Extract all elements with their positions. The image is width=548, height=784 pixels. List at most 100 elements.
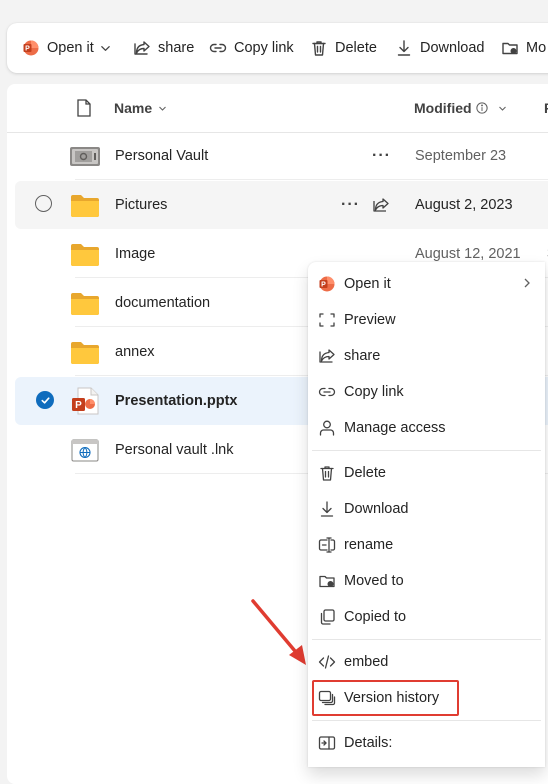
menu-divider bbox=[312, 639, 541, 640]
menu-item-label: Preview bbox=[344, 312, 396, 328]
file-name[interactable]: annex bbox=[115, 328, 155, 376]
preview-icon bbox=[318, 311, 336, 329]
select-radio[interactable] bbox=[35, 195, 52, 212]
chevron-right-icon bbox=[521, 277, 533, 289]
menu-divider bbox=[312, 720, 541, 721]
powerpoint-app-icon: P bbox=[318, 275, 336, 293]
menu-item-moved-to[interactable]: Moved to bbox=[308, 563, 545, 599]
delete-label: Delete bbox=[335, 40, 377, 56]
person-icon bbox=[318, 419, 336, 437]
code-icon bbox=[318, 653, 336, 671]
folder-icon bbox=[70, 190, 100, 220]
modified-column-label: Modified bbox=[414, 100, 472, 116]
menu-item-label: share bbox=[344, 348, 381, 364]
menu-item-embed[interactable]: embed bbox=[308, 644, 545, 680]
menu-item-label: embed bbox=[344, 654, 389, 670]
list-item[interactable]: Personal Vault ··· September 23 bbox=[15, 132, 548, 180]
menu-item-label: Open it bbox=[344, 276, 391, 292]
command-bar: P Open it share Copy link Delete Downloa… bbox=[7, 23, 548, 73]
vault-icon bbox=[70, 141, 100, 171]
share-button[interactable]: share bbox=[133, 23, 194, 73]
file-name[interactable]: Personal Vault bbox=[115, 132, 208, 180]
share-icon bbox=[318, 347, 336, 365]
more-options-icon[interactable]: ··· bbox=[372, 132, 391, 180]
open-it-button[interactable]: P Open it bbox=[22, 23, 111, 73]
chevron-down-icon bbox=[100, 43, 111, 54]
share-label: share bbox=[158, 40, 195, 56]
rename-icon bbox=[318, 536, 336, 554]
download-label: Download bbox=[420, 40, 485, 56]
file-type-icon[interactable] bbox=[76, 99, 92, 117]
details-pane-icon bbox=[318, 734, 336, 752]
open-it-label: Open it bbox=[47, 40, 94, 56]
powerpoint-app-icon: P bbox=[22, 39, 40, 57]
trash-icon bbox=[310, 39, 328, 57]
menu-item-preview[interactable]: Preview bbox=[308, 302, 545, 338]
download-icon bbox=[318, 500, 336, 518]
list-item[interactable]: Pictures ··· August 2, 2023 1 bbox=[15, 181, 548, 229]
delete-button[interactable]: Delete bbox=[310, 23, 377, 73]
menu-item-delete[interactable]: Delete bbox=[308, 455, 545, 491]
file-name[interactable]: documentation bbox=[115, 279, 210, 327]
folder-move-icon bbox=[501, 39, 519, 57]
move-to-label: Mo bbox=[526, 40, 547, 56]
svg-text:P: P bbox=[25, 46, 30, 53]
download-icon bbox=[395, 39, 413, 57]
column-header-row: Name Modified F bbox=[7, 84, 548, 133]
menu-item-label: Download bbox=[344, 501, 409, 517]
sort-chevron-icon bbox=[158, 104, 167, 113]
menu-item-label: Moved to bbox=[344, 573, 404, 589]
menu-item-label: Manage access bbox=[344, 420, 446, 436]
link-icon bbox=[318, 383, 336, 401]
menu-item-download[interactable]: Download bbox=[308, 491, 545, 527]
menu-item-label: Details: bbox=[344, 735, 393, 751]
info-icon bbox=[475, 102, 488, 114]
menu-item-share[interactable]: share bbox=[308, 338, 545, 374]
extra-column-label: F bbox=[544, 100, 548, 116]
link-icon bbox=[209, 39, 227, 57]
modified-column-header[interactable]: Modified bbox=[414, 84, 507, 132]
annotation-highlight-box bbox=[312, 680, 459, 716]
menu-item-label: Delete bbox=[344, 465, 386, 481]
share-icon bbox=[133, 39, 151, 57]
copy-link-label: Copy link bbox=[234, 40, 294, 56]
file-modified: September 23 bbox=[415, 148, 507, 164]
trash-icon bbox=[318, 464, 336, 482]
move-to-button[interactable]: Mo bbox=[501, 23, 546, 73]
menu-item-copy-link[interactable]: Copy link bbox=[308, 374, 545, 410]
svg-text:P: P bbox=[321, 282, 326, 289]
menu-item-details[interactable]: Details: bbox=[308, 725, 545, 761]
menu-divider bbox=[312, 450, 541, 451]
share-icon[interactable] bbox=[372, 196, 390, 214]
menu-item-label: Copied to bbox=[344, 609, 407, 625]
row-divider bbox=[75, 179, 548, 180]
file-name[interactable]: Pictures bbox=[115, 181, 167, 229]
svg-text:P: P bbox=[75, 400, 82, 411]
folder-icon bbox=[70, 337, 100, 367]
extra-column-header[interactable]: F bbox=[544, 84, 548, 132]
menu-item-rename[interactable]: rename bbox=[308, 527, 545, 563]
file-name[interactable]: Image bbox=[115, 230, 155, 278]
file-modified: August 2, 2023 bbox=[415, 197, 513, 213]
menu-item-open-it[interactable]: P Open it bbox=[308, 266, 545, 302]
menu-item-label: rename bbox=[344, 537, 394, 553]
more-options-icon[interactable]: ··· bbox=[341, 181, 360, 229]
copy-link-button[interactable]: Copy link bbox=[209, 23, 294, 73]
name-column-label: Name bbox=[114, 100, 153, 116]
folder-move-icon bbox=[318, 572, 336, 590]
name-column-header[interactable]: Name bbox=[114, 84, 167, 132]
menu-item-label: Copy link bbox=[344, 384, 404, 400]
powerpoint-file-icon: P bbox=[70, 386, 100, 416]
annotation-arrow bbox=[251, 599, 306, 665]
checkmark-icon[interactable] bbox=[36, 391, 54, 409]
menu-item-copied-to[interactable]: Copied to bbox=[308, 599, 545, 635]
folder-icon bbox=[70, 239, 100, 269]
file-name[interactable]: Presentation.pptx bbox=[115, 377, 237, 425]
download-button[interactable]: Download bbox=[395, 23, 485, 73]
menu-item-manage-access[interactable]: Manage access bbox=[308, 410, 545, 446]
copy-icon bbox=[318, 608, 336, 626]
folder-icon bbox=[70, 288, 100, 318]
file-name[interactable]: Personal vault .lnk bbox=[115, 426, 233, 474]
sort-chevron-icon bbox=[498, 104, 507, 113]
shortcut-file-icon bbox=[70, 435, 100, 465]
